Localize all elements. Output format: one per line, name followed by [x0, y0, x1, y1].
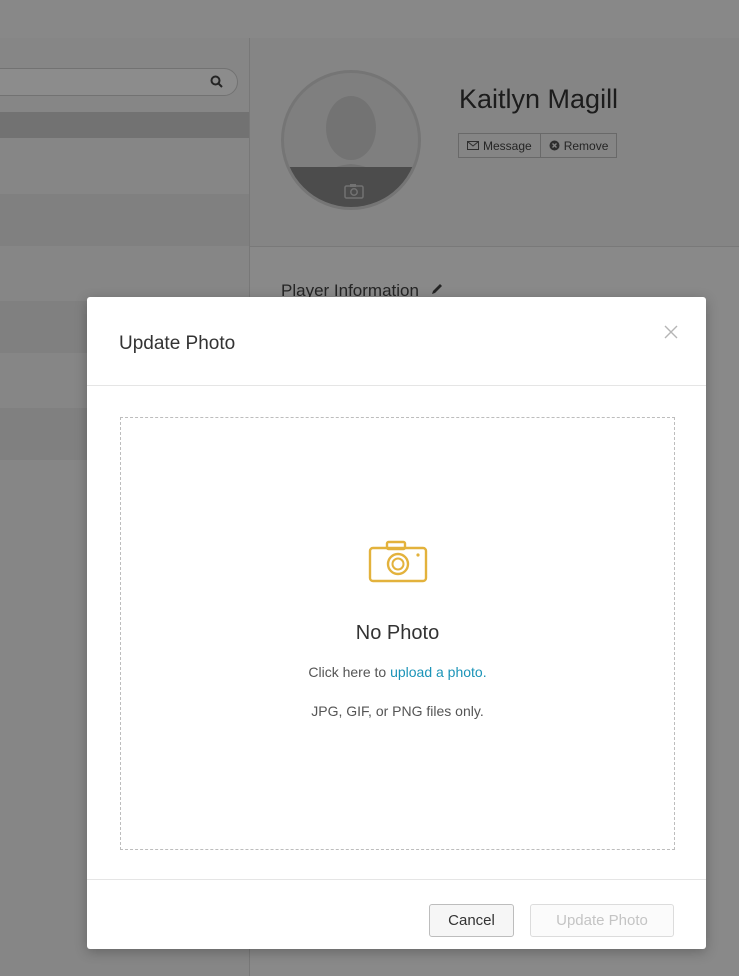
- upload-prefix: Click here to: [308, 664, 391, 680]
- file-types-hint: JPG, GIF, or PNG files only.: [311, 703, 484, 719]
- no-photo-label: No Photo: [355, 622, 440, 644]
- cancel-button[interactable]: Cancel: [429, 904, 514, 937]
- photo-dropzone[interactable]: No Photo Click here to upload a photo. J…: [120, 417, 675, 850]
- upload-photo-link[interactable]: upload a photo.: [390, 664, 487, 680]
- camera-icon: [368, 540, 428, 583]
- modal-title: Update Photo: [119, 333, 236, 354]
- modal-header: Update Photo: [87, 297, 706, 386]
- update-photo-button[interactable]: Update Photo: [530, 904, 674, 937]
- update-photo-modal: Update Photo No Photo Click here to uplo…: [87, 297, 706, 949]
- upload-instruction: Click here to upload a photo.: [121, 664, 674, 680]
- close-icon[interactable]: [662, 323, 680, 341]
- modal-footer: Cancel Update Photo: [87, 879, 706, 950]
